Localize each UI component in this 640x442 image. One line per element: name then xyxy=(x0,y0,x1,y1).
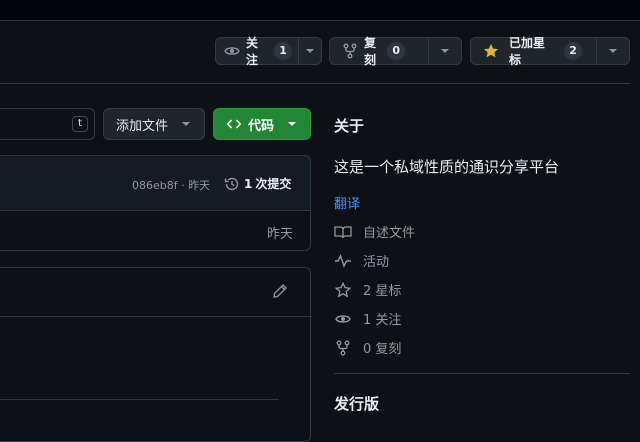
add-file-label: 添加文件 xyxy=(116,118,169,134)
pulse-icon xyxy=(334,253,354,269)
commit-hash-time[interactable]: 086eb8f · 昨天 xyxy=(132,177,210,193)
eye-icon xyxy=(334,311,354,327)
about-item-label: 0 复刻 xyxy=(363,342,402,357)
about-activity-link[interactable]: 活动 xyxy=(334,251,389,270)
shortcut-key: t xyxy=(72,116,88,132)
code-label: 代码 xyxy=(248,118,275,134)
about-readme-link[interactable]: 自述文件 xyxy=(334,222,415,241)
go-to-file-input[interactable]: t xyxy=(0,108,95,140)
releases-heading[interactable]: 发行版 xyxy=(334,393,379,414)
file-row[interactable]: 昨天 xyxy=(0,210,310,250)
starred-button[interactable]: 已加星标 2 xyxy=(470,36,630,67)
sidebar-divider xyxy=(334,373,630,374)
watch-label: 关注 xyxy=(246,36,259,67)
chevron-down-icon xyxy=(441,49,449,53)
book-icon xyxy=(334,224,354,240)
about-heading: 关于 xyxy=(334,117,365,135)
chevron-down-icon xyxy=(288,122,297,126)
readme-header xyxy=(0,268,312,317)
eye-icon xyxy=(224,43,240,59)
pencil-icon[interactable] xyxy=(272,283,288,299)
chevron-down-icon xyxy=(306,49,314,53)
about-watchers-link[interactable]: 1 关注 xyxy=(334,309,401,328)
commits-label: 次提交 xyxy=(255,177,292,191)
about-item-label: 1 关注 xyxy=(363,313,402,328)
star-filled-icon xyxy=(483,43,499,59)
latest-commit-bar: 086eb8f · 昨天 1 次提交 xyxy=(0,156,310,211)
starred-label: 已加星标 xyxy=(509,36,546,67)
about-item-label: 活动 xyxy=(363,255,390,270)
top-navigation-bar xyxy=(0,0,640,21)
header-divider xyxy=(0,83,630,84)
fork-dropdown[interactable] xyxy=(429,38,461,64)
star-icon xyxy=(334,281,354,298)
watch-count: 1 xyxy=(274,42,293,60)
about-stars-link[interactable]: 2 星标 xyxy=(334,280,401,299)
chevron-down-icon xyxy=(182,122,191,126)
fork-icon xyxy=(334,340,354,356)
history-icon xyxy=(224,176,240,192)
chevron-down-icon xyxy=(609,49,617,53)
star-count: 2 xyxy=(564,42,583,60)
file-row-time: 昨天 xyxy=(267,227,294,242)
translate-link[interactable]: 翻译 xyxy=(334,193,360,212)
fork-count: 0 xyxy=(387,42,406,60)
fork-button[interactable]: 复刻 0 xyxy=(329,36,462,67)
star-dropdown[interactable] xyxy=(597,38,629,64)
watch-button[interactable]: 关注 1 xyxy=(215,36,322,67)
fork-label: 复刻 xyxy=(364,36,377,67)
about-description: 这是一个私域性质的通识分享平台 xyxy=(334,158,560,176)
file-listing: 086eb8f · 昨天 1 次提交 昨天 xyxy=(0,155,311,251)
fork-icon xyxy=(342,43,358,59)
readme-panel xyxy=(0,267,312,442)
code-icon xyxy=(226,116,242,132)
about-item-label: 自述文件 xyxy=(363,226,416,241)
about-item-label: 2 星标 xyxy=(363,284,402,299)
add-file-button[interactable]: 添加文件 xyxy=(103,108,205,140)
readme-divider xyxy=(0,399,279,400)
commit-history-link[interactable]: 1 次提交 xyxy=(224,175,291,192)
about-forks-link[interactable]: 0 复刻 xyxy=(334,338,401,357)
code-button[interactable]: 代码 xyxy=(213,108,311,140)
commits-count: 1 xyxy=(244,176,253,191)
watch-dropdown[interactable] xyxy=(299,38,321,64)
